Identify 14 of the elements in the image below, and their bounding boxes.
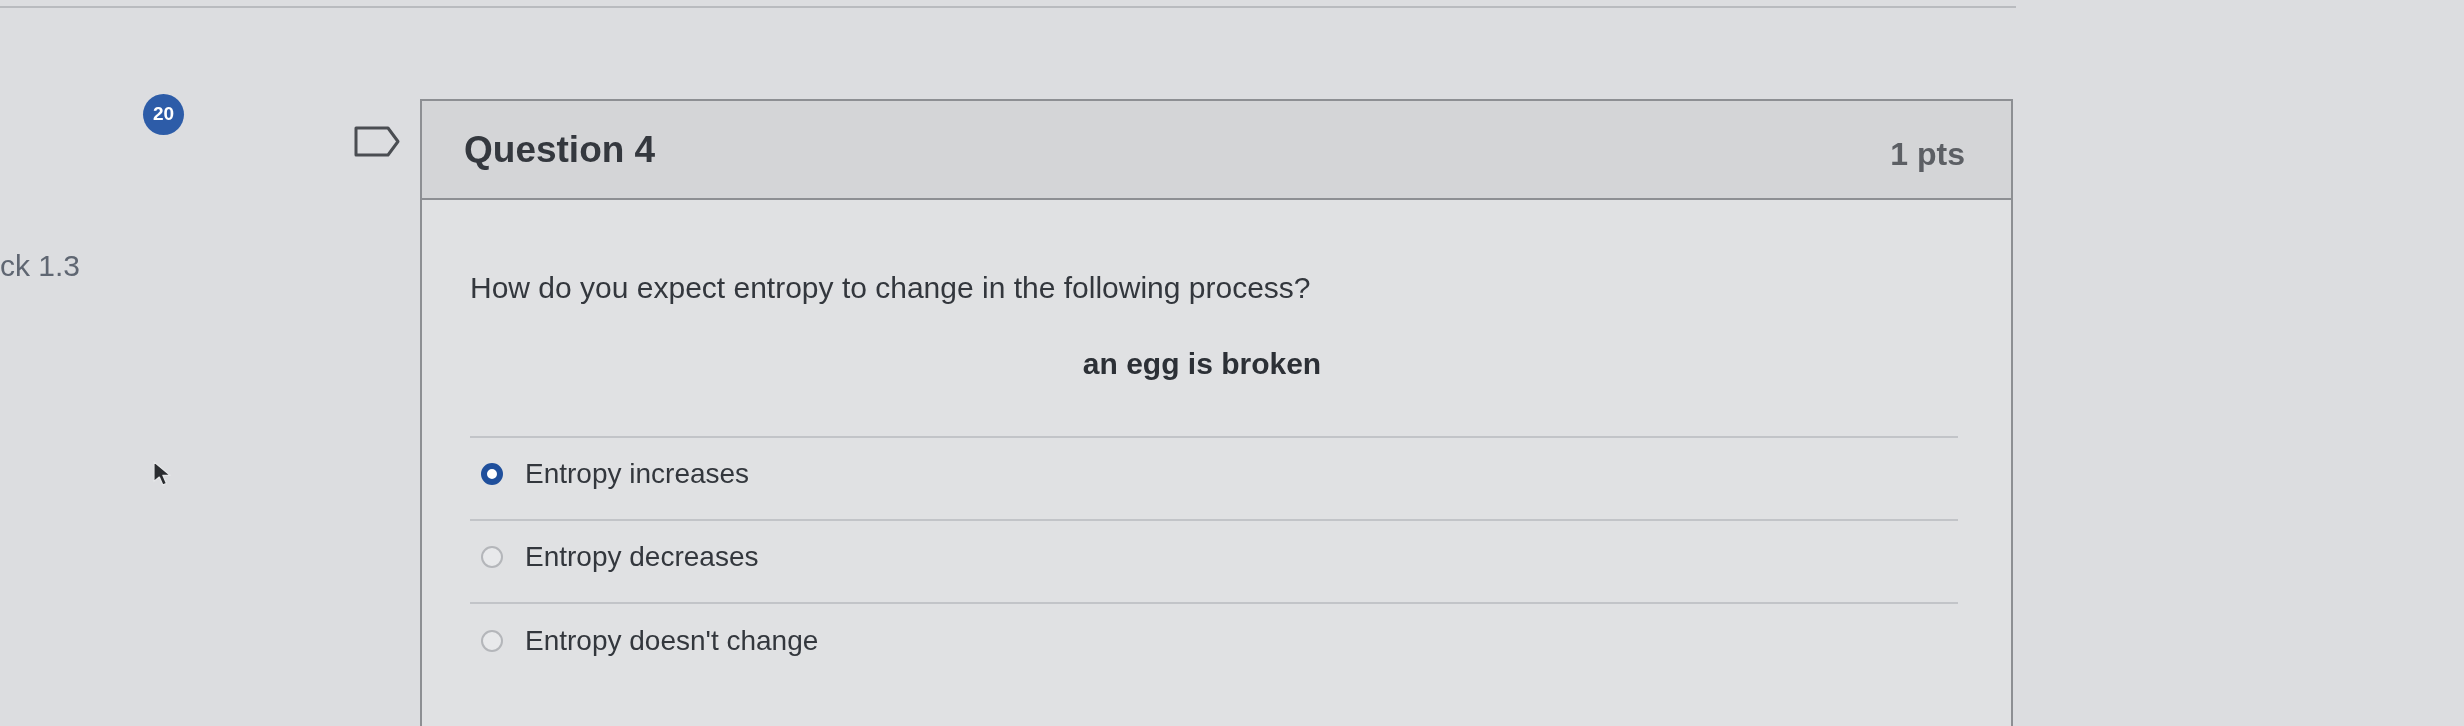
answer-label[interactable]: Entropy increases [525,456,750,491]
side-label: ck 1.3 [0,248,81,284]
points-label: 1 pts [1890,134,1965,174]
radio-button[interactable] [481,545,503,568]
process-text: an egg is broken [1082,346,1322,382]
question-prompt: How do you expect entropy to change in the following process? [470,270,1311,306]
mouse-pointer-icon [152,460,172,487]
radio-button[interactable] [481,462,503,485]
question-number-badge[interactable]: 20 [143,94,184,135]
answer-label[interactable]: Entropy doesn't change [525,623,819,658]
radio-button[interactable] [481,629,503,652]
question-title: Question 4 [464,127,656,172]
answer-label[interactable]: Entropy decreases [525,539,759,574]
tag-icon[interactable] [354,126,400,157]
